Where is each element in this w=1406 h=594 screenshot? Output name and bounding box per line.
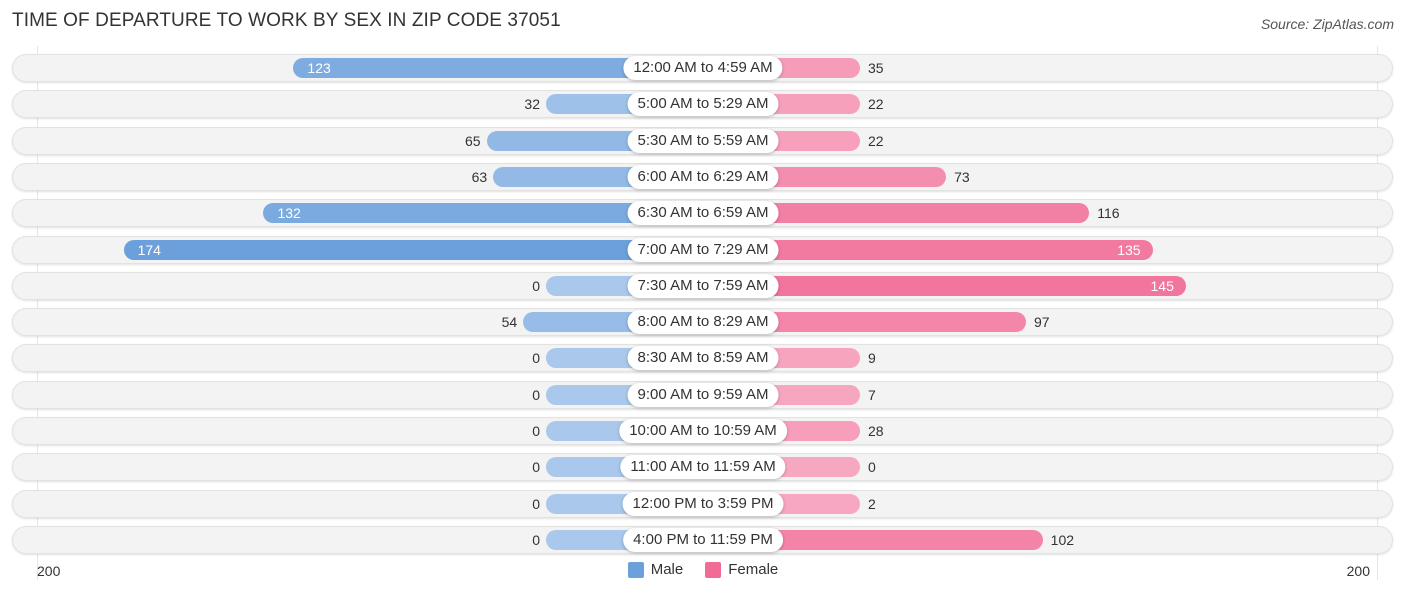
- value-label-male: 0: [532, 423, 540, 439]
- category-label: 12:00 AM to 4:59 AM: [623, 56, 783, 80]
- value-label-female: 35: [868, 60, 884, 76]
- value-label-male: 0: [532, 386, 540, 403]
- category-label: 10:00 AM to 10:59 AM: [619, 419, 787, 443]
- category-label: 7:30 AM to 7:59 AM: [627, 273, 779, 298]
- value-label-female: 135: [1117, 241, 1141, 258]
- category-label: 6:30 AM to 6:59 AM: [627, 201, 779, 226]
- value-label-male: 0: [532, 459, 540, 476]
- value-label-male: 0: [532, 495, 540, 512]
- value-label-female: 7: [868, 386, 876, 403]
- category-label: 8:00 AM to 8:29 AM: [627, 310, 779, 335]
- value-label-male: 32: [524, 96, 540, 113]
- category-label: 9:00 AM to 9:59 AM: [627, 382, 779, 407]
- value-label-female: 97: [1034, 314, 1050, 331]
- value-label-male: 123: [307, 60, 331, 76]
- category-label: 12:00 PM to 3:59 PM: [622, 491, 784, 516]
- legend-swatch-female: [705, 561, 722, 578]
- legend-swatch-male: [627, 561, 644, 578]
- value-label-female: 73: [954, 168, 970, 185]
- value-label-female: 9: [868, 350, 876, 367]
- value-label-female: 0: [868, 459, 876, 476]
- category-label: 8:30 AM to 8:59 AM: [627, 346, 779, 371]
- value-label-female: 2: [868, 495, 876, 512]
- value-label-female: 22: [868, 132, 884, 149]
- value-label-female: 28: [868, 423, 884, 439]
- legend-item-male[interactable]: Male: [627, 561, 684, 578]
- value-label-male: 54: [501, 314, 518, 331]
- value-label-male: 174: [137, 241, 161, 258]
- value-label-male: 63: [471, 168, 488, 185]
- category-label: 11:00 AM to 11:59 AM: [620, 455, 786, 480]
- value-label-male: 0: [532, 350, 540, 367]
- value-label-male: 65: [464, 132, 481, 149]
- value-label-male: 0: [532, 277, 540, 294]
- legend-label-female: Female: [728, 561, 779, 578]
- category-label: 5:00 AM to 5:29 AM: [627, 92, 779, 117]
- category-label: 5:30 AM to 5:59 AM: [627, 128, 779, 153]
- bar-male[interactable]: [123, 239, 703, 260]
- category-label: 6:00 AM to 6:29 AM: [627, 164, 779, 189]
- value-label-female: 116: [1097, 205, 1120, 222]
- value-label-male: 132: [277, 205, 301, 222]
- chart-area: 123 35 12:00 AM to 4:59 AM 32 22 5:00 AM to 5…: [0, 0, 1406, 594]
- legend-label-male: Male: [650, 561, 684, 578]
- category-label: 4:00 PM to 11:59 PM: [623, 527, 783, 552]
- value-label-male: 0: [532, 531, 540, 548]
- legend-item-female[interactable]: Female: [705, 561, 778, 578]
- value-label-female: 102: [1050, 531, 1075, 548]
- category-label: 7:00 AM to 7:29 AM: [627, 237, 779, 262]
- legend: Male Female: [0, 561, 1406, 578]
- value-label-female: 145: [1150, 277, 1174, 294]
- value-label-female: 22: [868, 96, 884, 113]
